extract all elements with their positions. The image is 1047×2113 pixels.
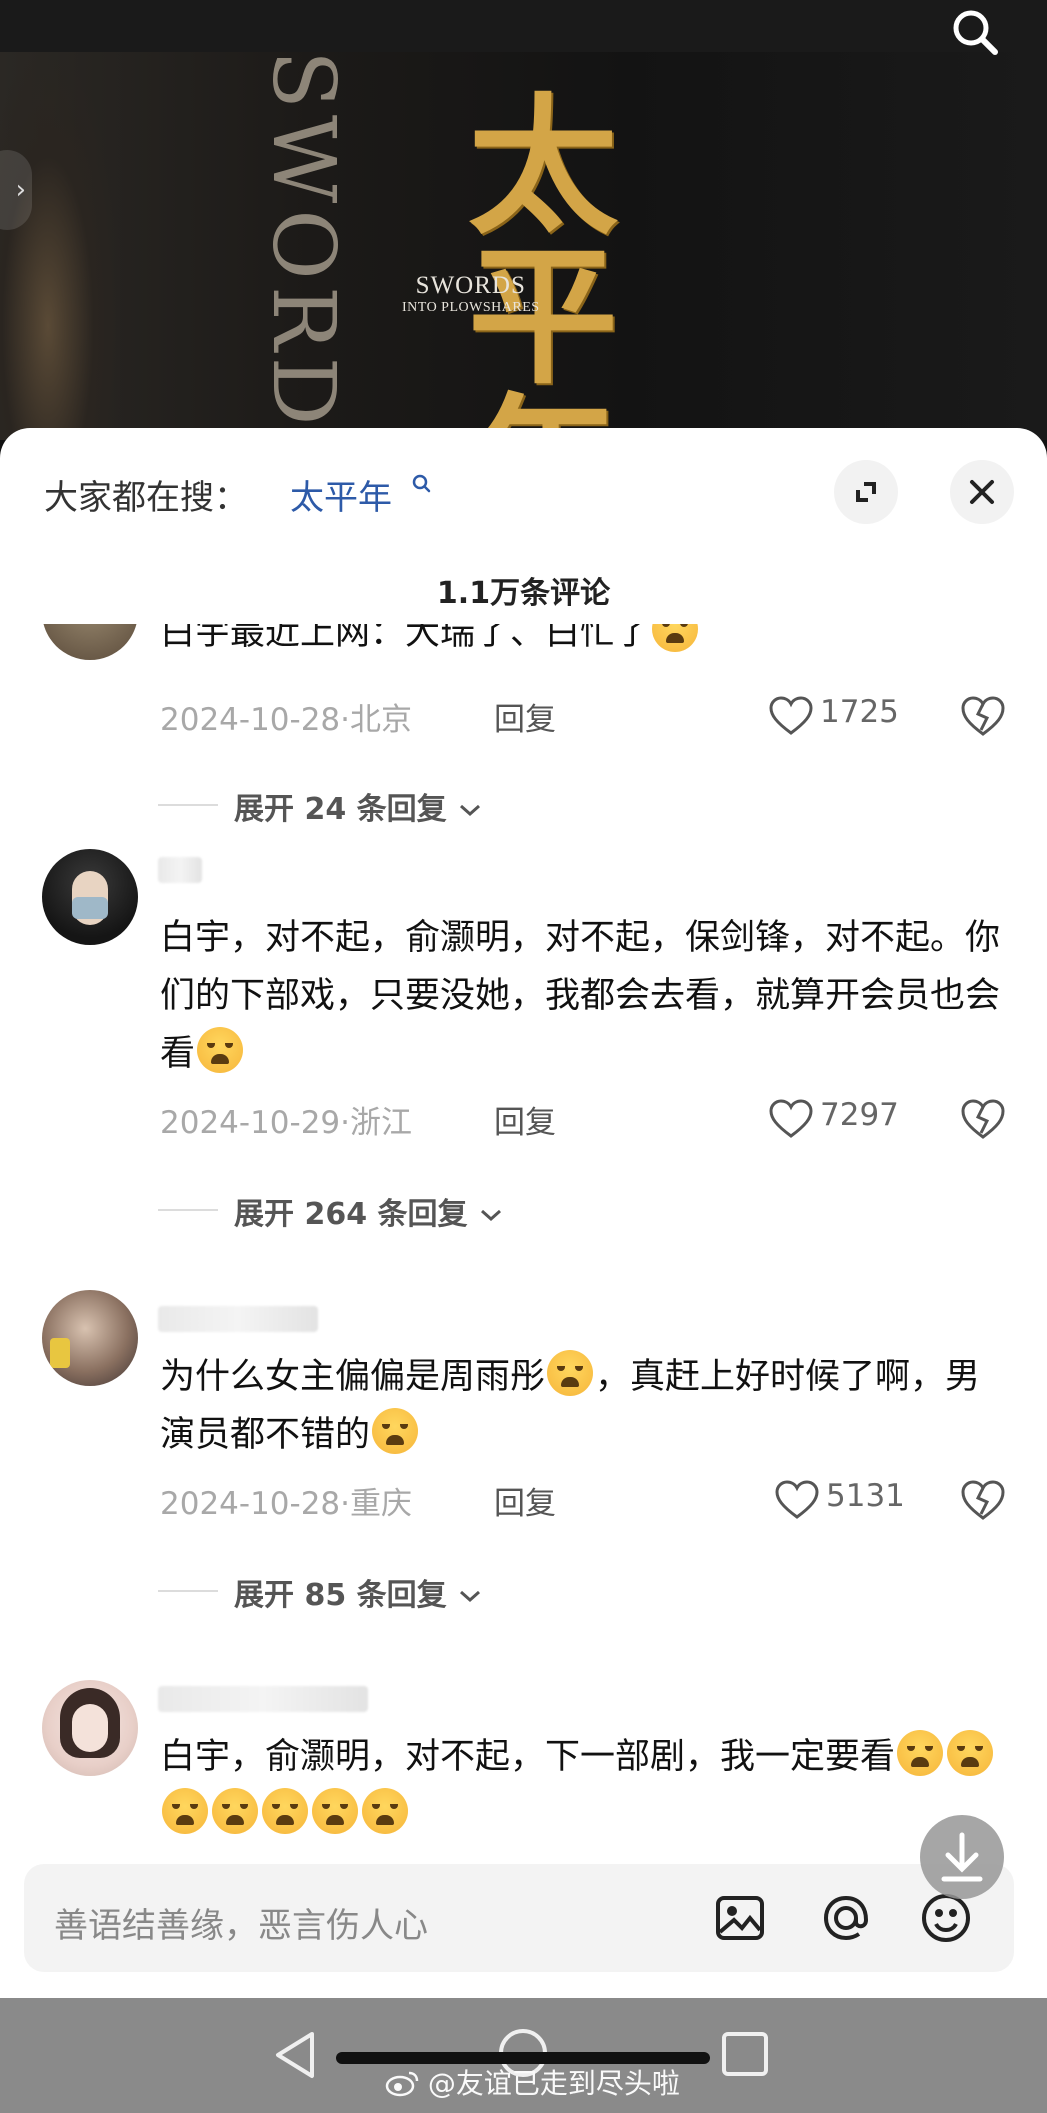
expand-replies-label: 展开 85 条回复	[234, 1570, 483, 1614]
chevron-down-icon	[480, 1209, 501, 1222]
comment-meta: 2024-10-28·北京 回复 1725	[160, 694, 1005, 740]
comment-input-area: 善语结善缘，恶言伤人心	[0, 1850, 1047, 1998]
chevron-down-icon	[460, 804, 481, 817]
divider	[158, 1209, 218, 1211]
comment-text: 白宇，俞灏明，对不起，下一部剧，我一定要看	[160, 1728, 1000, 1834]
comment-date-location: 2024-10-28·北京	[160, 702, 413, 738]
system-nav-bar: @友谊已走到尽头啦	[0, 1998, 1047, 2113]
expand-replies-text: 展开 264 条回复	[234, 1197, 468, 1232]
reply-button[interactable]: 回复	[494, 1478, 556, 1523]
hot-search-term[interactable]: 太平年	[290, 470, 392, 519]
hot-search-label: 大家都在搜：	[44, 478, 248, 518]
download-icon	[941, 1832, 983, 1882]
heart-icon[interactable]	[768, 1099, 814, 1139]
expand-icon	[856, 482, 876, 502]
nav-recent-icon[interactable]	[722, 2032, 768, 2076]
search-icon[interactable]	[945, 6, 1005, 56]
watermark-text: @友谊已走到尽头啦	[427, 2067, 680, 2100]
chevron-left-icon[interactable]: ›	[0, 150, 32, 230]
crying-emoji-icon	[947, 1730, 994, 1776]
username-blurred[interactable]	[158, 1686, 368, 1712]
crying-emoji-icon	[652, 624, 699, 652]
comment-text: 白宇最近上网：大瑞了、白忙了	[160, 624, 1000, 662]
avatar[interactable]	[42, 1290, 138, 1386]
dislike-icon[interactable]	[960, 694, 1006, 738]
avatar-mask	[72, 897, 108, 919]
weibo-icon	[385, 2071, 419, 2097]
crying-emoji-icon	[197, 1027, 244, 1073]
crying-emoji-icon	[547, 1350, 594, 1396]
comment-meta: 2024-10-29·浙江 回复 7297	[160, 1097, 1005, 1143]
avatar[interactable]	[42, 624, 138, 660]
chevron-down-icon	[460, 1590, 481, 1603]
crying-emoji-icon	[212, 1788, 258, 1834]
comment-text-body: 白宇最近上网：大瑞了、白忙了	[160, 624, 651, 653]
crying-emoji-icon	[897, 1730, 944, 1776]
heart-icon[interactable]	[768, 696, 814, 736]
dislike-icon[interactable]	[960, 1478, 1006, 1522]
avatar-phone	[50, 1338, 70, 1368]
comment-text: 为什么女主偏偏是周雨彤 ，真赶上好时候了啊，男演员都不错的	[160, 1348, 1000, 1464]
crying-emoji-icon	[362, 1788, 408, 1834]
video-vertical-title: SWORD	[258, 50, 348, 432]
like-count: 7297	[820, 1097, 899, 1133]
comment-date-location: 2024-10-29·浙江	[160, 1105, 413, 1141]
heart-icon[interactable]	[774, 1480, 820, 1520]
image-icon[interactable]	[708, 1886, 772, 1950]
video-title-en-line2: INTO PLOWSHARES	[402, 300, 540, 315]
video-title-en-line1: SWORDS	[415, 272, 526, 299]
avatar[interactable]	[42, 1680, 138, 1776]
expand-replies-text: 展开 85 条回复	[234, 1578, 447, 1613]
comment-list[interactable]: 白宇最近上网：大瑞了、白忙了 2024-10-28·北京 回复 1725 展开 …	[0, 624, 1047, 1834]
username-blurred[interactable]	[158, 1306, 318, 1332]
expand-button[interactable]	[834, 460, 898, 524]
like-count: 5131	[826, 1478, 905, 1514]
avatar-face	[72, 1704, 108, 1752]
video-background[interactable]: › SWORD 太平年 SWORDS INTO PLOWSHARES	[0, 0, 1047, 440]
comment-input-placeholder: 善语结善缘，恶言伤人心	[54, 1906, 428, 1946]
divider	[158, 804, 218, 806]
download-button[interactable]	[920, 1815, 1004, 1899]
video-title-cn: 太平年	[468, 79, 619, 440]
video-light-effect	[0, 60, 120, 440]
username-blurred[interactable]	[158, 857, 202, 883]
watermark: @友谊已走到尽头啦	[385, 2062, 680, 2102]
expand-replies-text: 展开 24 条回复	[234, 792, 447, 827]
comment-text-body: 白宇，对不起，俞灏明，对不起，保剑锋，对不起。你们的下部戏，只要没她，我都会去看…	[160, 918, 1001, 1074]
expand-replies-label: 展开 264 条回复	[234, 1189, 504, 1233]
nav-back-icon[interactable]	[272, 2030, 318, 2080]
comment-date-location: 2024-10-28·重庆	[160, 1486, 413, 1522]
at-icon[interactable]	[814, 1886, 878, 1950]
sheet-header: 大家都在搜： 太平年 1.1万条评论	[0, 428, 1047, 628]
video-title-en: SWORDS INTO PLOWSHARES	[402, 272, 540, 316]
crying-emoji-icon	[162, 1788, 208, 1834]
avatar[interactable]	[42, 849, 138, 945]
search-icon[interactable]	[412, 474, 432, 496]
like-count: 1725	[820, 694, 899, 730]
reply-button[interactable]: 回复	[494, 1097, 556, 1142]
comment-input[interactable]: 善语结善缘，恶言伤人心	[24, 1864, 1014, 1972]
expand-replies-label: 展开 24 条回复	[234, 784, 483, 828]
comment-sheet: 大家都在搜： 太平年 1.1万条评论 白宇最近上网：大瑞了、白忙了 2024-1…	[0, 428, 1047, 1998]
dislike-icon[interactable]	[960, 1097, 1006, 1141]
divider	[158, 1590, 218, 1592]
comment-count-title: 1.1万条评论	[436, 576, 611, 611]
comment-text-part1: 为什么女主偏偏是周雨彤	[160, 1357, 546, 1397]
comment-text-body: 白宇，俞灏明，对不起，下一部剧，我一定要看	[160, 1737, 896, 1777]
crying-emoji-icon	[312, 1788, 358, 1834]
close-icon	[970, 480, 994, 504]
comment-text: 白宇，对不起，俞灏明，对不起，保剑锋，对不起。你们的下部戏，只要没她，我都会去看…	[160, 909, 1000, 1083]
pleading-emoji-icon	[372, 1408, 419, 1454]
reply-button[interactable]: 回复	[494, 694, 556, 739]
comment-meta: 2024-10-28·重庆 回复 5131	[160, 1478, 1005, 1524]
close-button[interactable]	[950, 460, 1014, 524]
top-bar	[0, 0, 1047, 55]
crying-emoji-icon	[262, 1788, 308, 1834]
